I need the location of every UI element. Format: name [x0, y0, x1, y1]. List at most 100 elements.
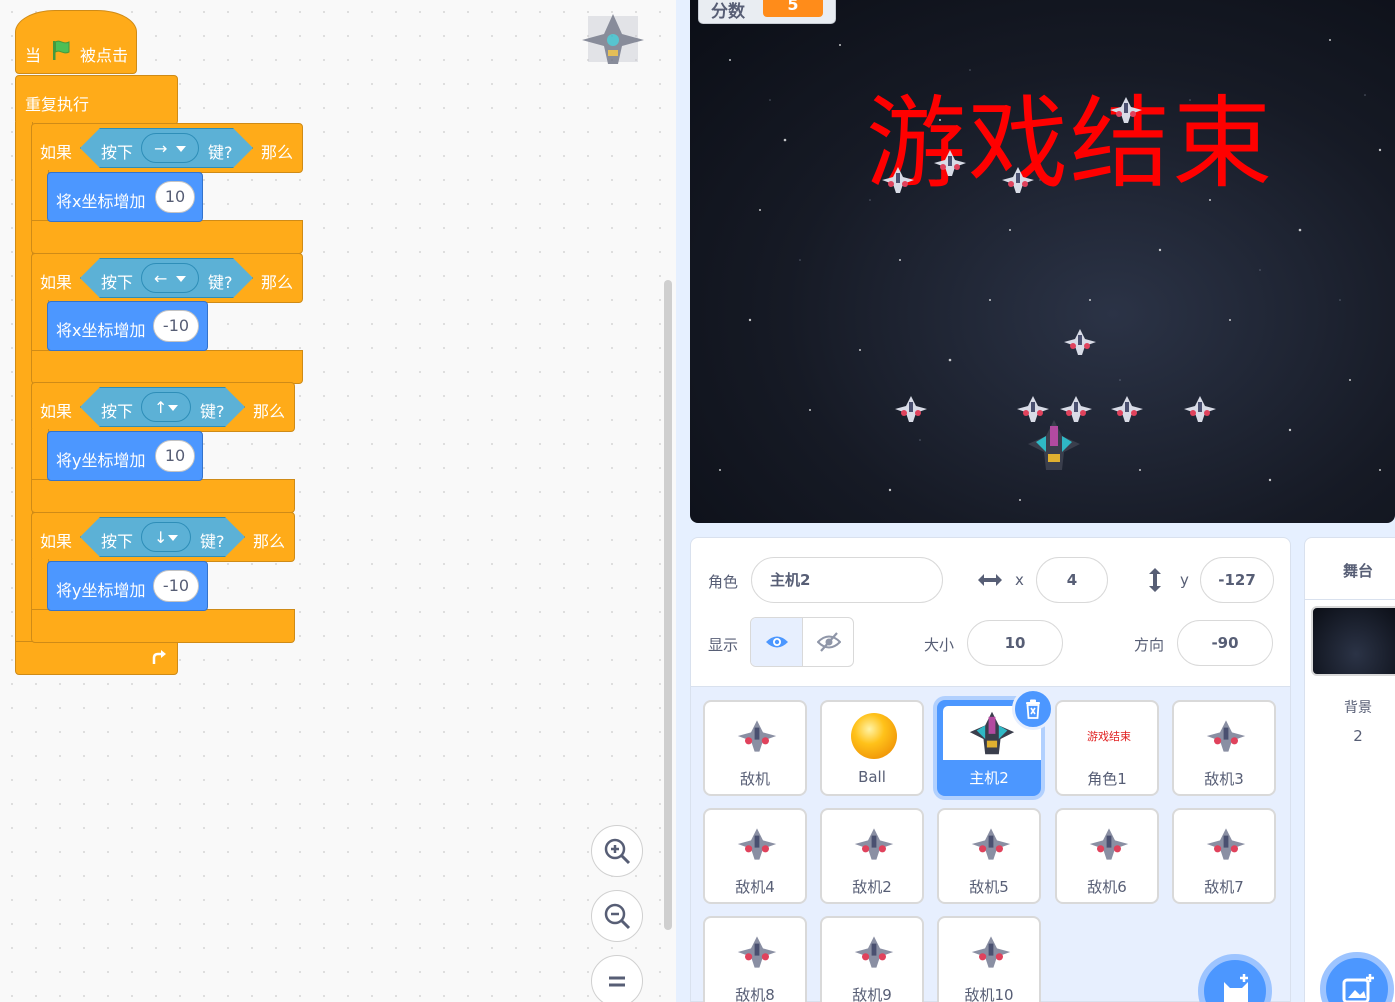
enemy-thumbnail-icon [1200, 820, 1252, 868]
if-bottom-4 [31, 609, 295, 643]
sprite-label: 角色 [708, 573, 739, 591]
sprite-tile[interactable]: 敌机4 [703, 808, 807, 904]
sprite-tile-name: Ball [858, 768, 886, 786]
enemy-sprite [1002, 167, 1034, 193]
caret-down-icon [176, 146, 186, 152]
y-input[interactable]: -127 [1200, 557, 1274, 603]
key-suffix-label: 键? [200, 402, 225, 421]
y-label: y [1180, 571, 1189, 589]
loop-arrow-icon [152, 650, 166, 664]
change-x-block-1[interactable]: 将x坐标增加 10 [47, 172, 203, 222]
sprite-tile-name: 敌机7 [1204, 878, 1244, 896]
change-y-value-input[interactable]: -10 [153, 570, 199, 602]
enemy-thumbnail-icon [731, 712, 783, 760]
backdrop-label: 背景 [1344, 700, 1372, 716]
sprite-tile[interactable]: 敌机7 [1172, 808, 1276, 904]
change-y-label: 将y坐标增加 [56, 451, 146, 470]
sprite-tile-name: 敌机6 [1087, 878, 1127, 896]
code-area[interactable]: 当 被点击 重复执行 如果 那么 按下 键? → 将x坐标增加 10 如果 那么 [0, 0, 676, 1002]
change-y-value-input[interactable]: 10 [155, 440, 195, 472]
sprite-tile[interactable]: 敌机9 [820, 916, 924, 1002]
change-y-block-1[interactable]: 将y坐标增加 10 [47, 431, 203, 481]
green-flag-icon [53, 40, 70, 60]
change-x-value-input[interactable]: -10 [153, 310, 199, 342]
change-x-value-input[interactable]: 10 [155, 181, 195, 213]
sprite-tile[interactable]: 敌机 [703, 700, 807, 796]
direction-input[interactable]: -90 [1177, 620, 1273, 666]
key-dropdown-left[interactable]: ← [141, 263, 199, 293]
press-label: 按下 [101, 532, 134, 551]
sprite-tile[interactable]: 敌机5 [937, 808, 1041, 904]
key-dropdown-down[interactable]: ↓ [141, 522, 191, 552]
text-thumbnail: 游戏结束 [1061, 712, 1157, 760]
stage-pane-divider [1304, 599, 1395, 600]
enemy-sprite [1184, 396, 1216, 422]
score-monitor[interactable]: 分数 5 [698, 0, 836, 24]
delete-sprite-button[interactable] [1012, 688, 1054, 730]
key-dropdown-up[interactable]: ↑ [141, 392, 191, 422]
sprite-tile[interactable]: 敌机10 [937, 916, 1041, 1002]
code-scrollbar[interactable] [664, 280, 672, 930]
size-input[interactable]: 10 [967, 620, 1063, 666]
if-bottom-1 [31, 220, 303, 254]
sprite-tile-name: 角色1 [1087, 770, 1127, 788]
sprite-tile[interactable]: 敌机2 [820, 808, 924, 904]
sprite-name-input[interactable]: 主机2 [751, 557, 943, 603]
hat-clicked-label: 被点击 [80, 46, 129, 65]
size-label: 大小 [924, 636, 955, 654]
sprite-tile-name: 敌机 [739, 770, 770, 788]
then-label: 那么 [261, 273, 294, 292]
x-arrows-icon [978, 574, 1002, 586]
sprite-tile-name: 主机2 [969, 769, 1009, 787]
enemy-thumbnail-icon [731, 928, 783, 976]
enemy-thumbnail-icon [1083, 820, 1135, 868]
sprite-tile-name: 敌机2 [852, 878, 892, 896]
key-suffix-label: 键? [208, 273, 233, 292]
zoom-out-button[interactable] [591, 890, 643, 942]
sprite-tile[interactable]: 游戏结束 角色1 [1055, 700, 1159, 796]
key-value: ← [154, 269, 168, 288]
hide-button[interactable] [803, 618, 853, 666]
when-flag-clicked-block[interactable]: 当 被点击 [15, 10, 137, 74]
sprite-tile[interactable]: Ball [820, 700, 924, 796]
forever-block[interactable]: 重复执行 [15, 75, 178, 125]
sprite-tile-name: 敌机4 [735, 878, 775, 896]
if-label: 如果 [40, 402, 73, 421]
key-value: ↓ [154, 528, 168, 547]
show-button[interactable] [751, 618, 803, 666]
x-input[interactable]: 4 [1036, 557, 1108, 603]
sprite-tile[interactable]: 敌机6 [1055, 808, 1159, 904]
enemy-thumbnail-icon [1200, 712, 1252, 760]
game-over-text: 游戏结束 [866, 85, 1274, 202]
enemy-sprite [882, 167, 914, 193]
x-label: x [1015, 571, 1024, 589]
key-dropdown-right[interactable]: → [141, 133, 199, 163]
enemy-thumbnail-icon [731, 820, 783, 868]
backdrop-count: 2 [1353, 727, 1363, 745]
sprite-tile[interactable]: 敌机8 [703, 916, 807, 1002]
ball-thumbnail-icon [848, 712, 900, 760]
sprite-tile[interactable]: 敌机3 [1172, 700, 1276, 796]
if-bottom-3 [31, 479, 295, 513]
if-label: 如果 [40, 273, 73, 292]
key-suffix-label: 键? [208, 143, 233, 162]
key-value: → [154, 139, 168, 158]
change-x-block-2[interactable]: 将x坐标增加 -10 [47, 301, 208, 351]
if-bottom-2 [31, 350, 303, 384]
zoom-reset-button[interactable] [591, 955, 643, 1002]
enemy-sprite [1064, 329, 1096, 355]
trash-icon [1026, 699, 1040, 719]
stage-canvas[interactable]: 分数 5 游戏结束 [690, 0, 1395, 523]
enemy-sprite [934, 150, 966, 176]
sprite-tile-name: 敌机10 [964, 986, 1014, 1002]
change-y-block-2[interactable]: 将y坐标增加 -10 [47, 561, 208, 611]
zoom-in-button[interactable] [591, 825, 643, 877]
forever-label: 重复执行 [25, 95, 90, 114]
stage-thumbnail[interactable] [1311, 606, 1395, 676]
change-x-label: 将x坐标增加 [56, 192, 146, 211]
then-label: 那么 [253, 532, 286, 551]
sprite-tile-name: 敌机8 [735, 986, 775, 1002]
sprite-ghost-icon [582, 14, 644, 64]
stage-title: 舞台 [1342, 562, 1373, 580]
eye-hidden-icon [817, 632, 841, 652]
